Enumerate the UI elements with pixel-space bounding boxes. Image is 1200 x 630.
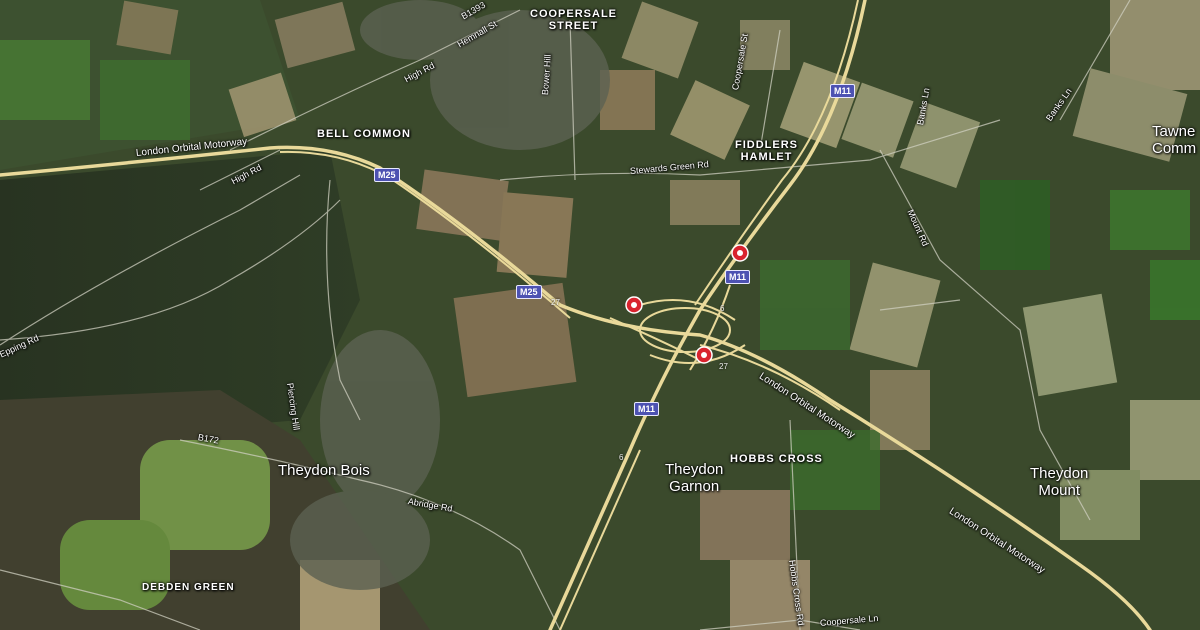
place-label-theydon-mount: Theydon Mount: [1030, 465, 1089, 499]
location-pin-icon[interactable]: [694, 345, 714, 365]
m11-shield: M11: [830, 84, 856, 98]
place-label-theydon-garnon: Theydon Garnon: [665, 461, 724, 495]
place-label-coopersale-street: COOPERSALE STREET: [530, 8, 618, 32]
m11-shield: M11: [634, 402, 660, 416]
place-label-debden-green: DEBDEN GREEN: [142, 582, 235, 593]
m25-shield: M25: [374, 168, 400, 182]
m25-shield: M25: [516, 285, 542, 299]
map-imagery: [0, 0, 1200, 630]
satellite-map[interactable]: COOPERSALE STREET BELL COMMON FIDDLERS HAM…: [0, 0, 1200, 630]
place-label-tawney-common: Tawne Comm: [1152, 123, 1197, 157]
junction-number: 27: [719, 362, 728, 371]
junction-number: 27: [551, 298, 560, 307]
place-label-theydon-bois: Theydon Bois: [278, 462, 370, 479]
place-label-hobbs-cross: HOBBS CROSS: [730, 453, 823, 465]
location-pin-icon[interactable]: [730, 243, 750, 263]
junction-number: 6: [720, 304, 725, 313]
junction-number: 6: [619, 453, 624, 462]
place-label-fiddlers-hamlet: FIDDLERS HAMLET: [735, 139, 798, 163]
m11-shield: M11: [725, 270, 751, 284]
place-label-bell-common: BELL COMMON: [317, 128, 411, 140]
location-pin-icon[interactable]: [624, 295, 644, 315]
